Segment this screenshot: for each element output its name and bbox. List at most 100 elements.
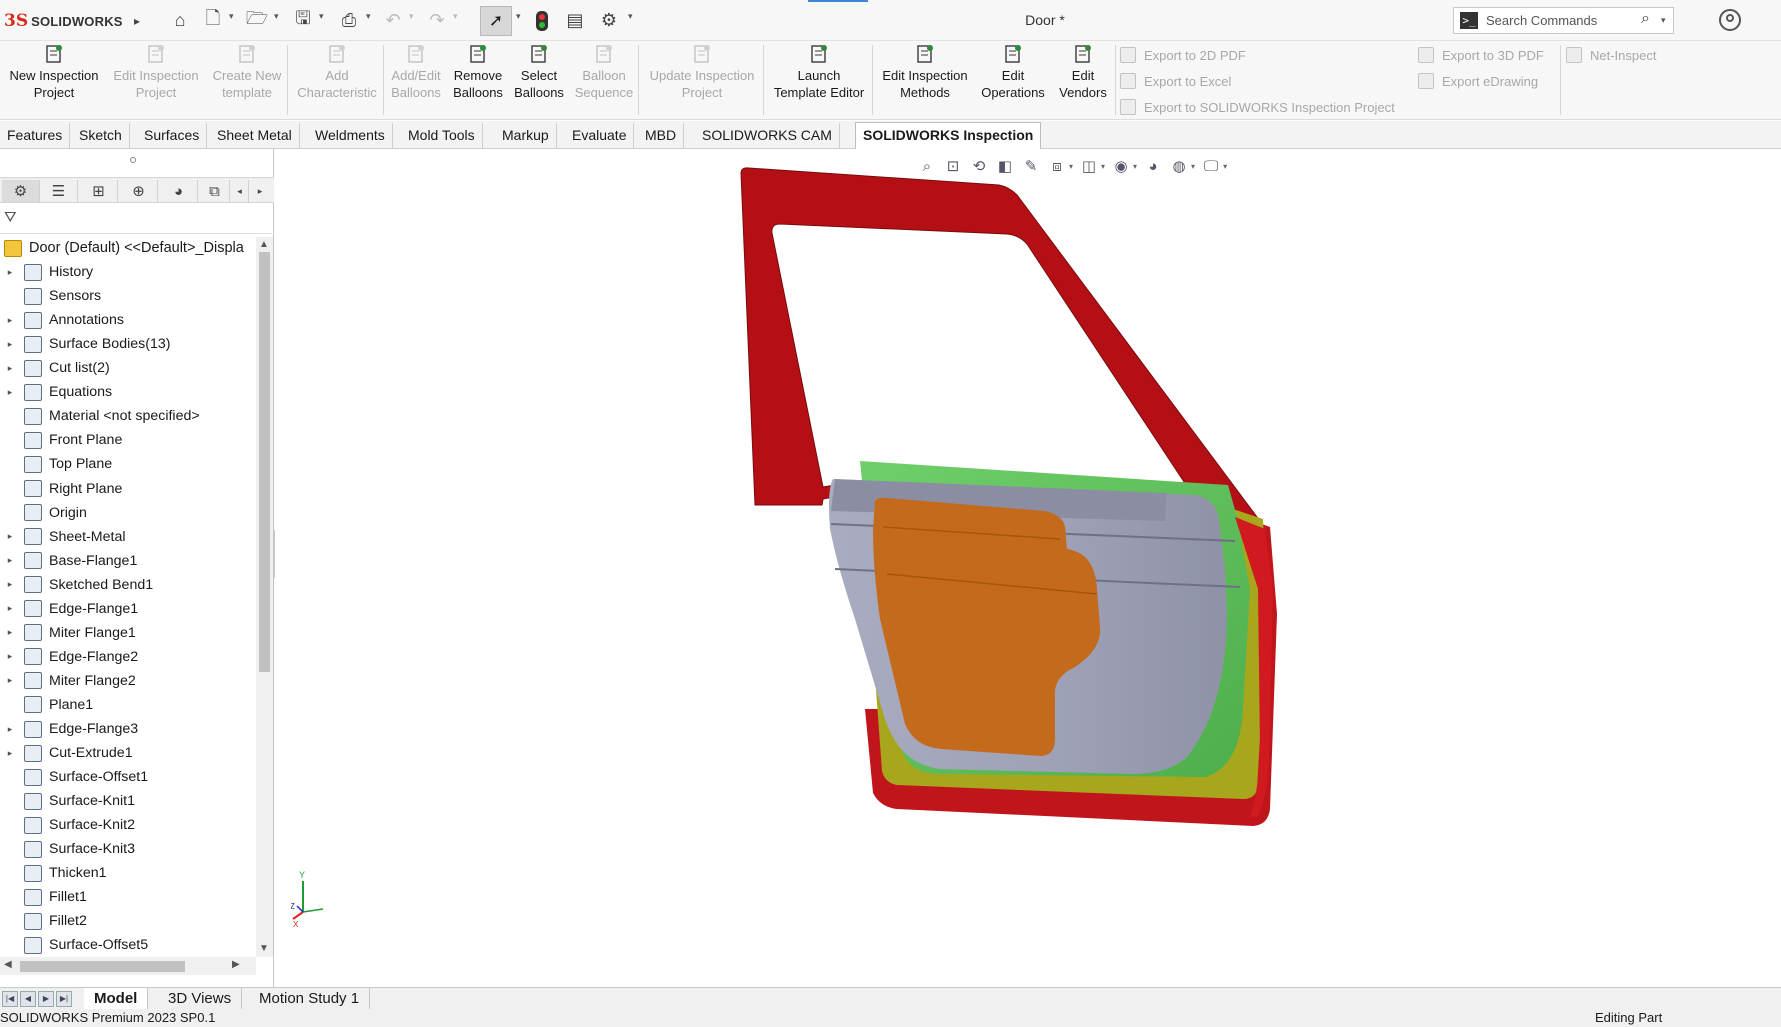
select-dropdown-icon[interactable]: ▾ <box>516 11 521 22</box>
tree-item[interactable]: Surface-Offset5 <box>0 933 256 956</box>
open-icon[interactable]: 🗁 <box>245 8 269 33</box>
save-dropdown-icon[interactable]: ▾ <box>319 11 324 22</box>
tree-item[interactable]: ▸ Base-Flange1 <box>0 549 256 573</box>
tree-item[interactable]: ▸ Edge-Flange1 <box>0 597 256 621</box>
door-3d-model[interactable] <box>275 149 1781 987</box>
new-dropdown-icon[interactable]: ▾ <box>229 11 234 22</box>
add-edit-balloons-button[interactable]: Add/Edit Balloons <box>388 44 444 116</box>
expand-arrow-icon[interactable]: ▸ <box>0 603 20 614</box>
tree-item[interactable]: ▸ Miter Flange2 <box>0 669 256 693</box>
graphics-area[interactable]: ⌕ ⊡ ⟲ ◧ ✎ ⧈ ▾ ◫ ▾ ◉ ▾ ◕ ◍ ▾ 🖵 ▾ Y Z X <box>275 149 1781 987</box>
scroll-right-icon[interactable]: ▶ <box>232 959 240 970</box>
tab-weldments[interactable]: Weldments <box>308 123 393 149</box>
tab-model[interactable]: Model <box>84 988 149 1010</box>
net-inspect-button[interactable]: Net-Inspect <box>1566 45 1656 65</box>
tab-surfaces[interactable]: Surfaces <box>137 123 208 149</box>
tab-mold-tools[interactable]: Mold Tools <box>401 123 483 149</box>
print-dropdown-icon[interactable]: ▾ <box>366 11 371 22</box>
expand-arrow-icon[interactable]: ▸ <box>0 724 20 735</box>
menu-expand-icon[interactable]: ▸ <box>130 8 144 33</box>
open-dropdown-icon[interactable]: ▾ <box>274 11 279 22</box>
export-3d-pdf-button[interactable]: Export to 3D PDF <box>1418 45 1544 65</box>
tree-vertical-scrollbar[interactable]: ▲ ▼ <box>256 237 273 957</box>
expand-arrow-icon[interactable]: ▸ <box>0 748 20 759</box>
expand-arrow-icon[interactable]: ▸ <box>0 555 20 566</box>
tree-item[interactable]: Surface-Knit2 <box>0 813 256 837</box>
print-icon[interactable]: ⎙ <box>337 8 361 33</box>
tree-item[interactable]: Sensors <box>0 284 256 308</box>
expand-arrow-icon[interactable]: ▸ <box>0 315 20 326</box>
next-tab-icon[interactable]: ▶ <box>38 991 54 1007</box>
tab-evaluate[interactable]: Evaluate <box>565 123 635 149</box>
configuration-manager-tab-icon[interactable]: ⊞ <box>80 180 118 202</box>
scroll-down-icon[interactable]: ▼ <box>259 943 269 954</box>
tree-item[interactable]: Surface-Knit3 <box>0 837 256 861</box>
solidworks-logo[interactable]: 3S SOLIDWORKS <box>4 10 123 32</box>
tree-item[interactable]: ▸ Cut list(2) <box>0 356 256 380</box>
redo-icon[interactable]: ↷ <box>427 8 447 33</box>
first-tab-icon[interactable]: |◀ <box>2 991 18 1007</box>
expand-arrow-icon[interactable]: ▸ <box>0 627 20 638</box>
tree-item[interactable]: Plane1 <box>0 693 256 717</box>
tab-3d-views[interactable]: 3D Views <box>158 988 243 1010</box>
options-dropdown-icon[interactable]: ▾ <box>628 11 633 22</box>
tree-item[interactable]: Fillet2 <box>0 909 256 933</box>
launch-template-editor-button[interactable]: Launch Template Editor <box>768 44 870 116</box>
tab-sketch[interactable]: Sketch <box>72 123 130 149</box>
create-new-template-button[interactable]: Create New template <box>206 44 288 116</box>
tree-item[interactable]: Right Plane <box>0 477 256 501</box>
expand-arrow-icon[interactable]: ▸ <box>0 531 20 542</box>
undo-icon[interactable]: ↶ <box>383 8 403 33</box>
tree-item[interactable]: ▸ Sketched Bend1 <box>0 573 256 597</box>
balloon-sequence-button[interactable]: Balloon Sequence <box>573 44 635 116</box>
tree-item[interactable]: Top Plane <box>0 452 256 476</box>
tree-item[interactable]: Surface-Offset1 <box>0 765 256 789</box>
tab-solidworks-inspection[interactable]: SOLIDWORKS Inspection <box>855 122 1042 150</box>
tab-solidworks-cam[interactable]: SOLIDWORKS CAM <box>695 123 840 149</box>
expand-arrow-icon[interactable]: ▸ <box>0 387 20 398</box>
dimxpert-manager-tab-icon[interactable]: ⊕ <box>120 180 158 202</box>
tree-item[interactable]: Fillet1 <box>0 885 256 909</box>
new-inspection-project-button[interactable]: New Inspection Project <box>6 44 102 116</box>
cam-manager-tab-icon[interactable]: ⧉ <box>200 180 230 202</box>
tree-item[interactable]: Front Plane <box>0 428 256 452</box>
scroll-thumb[interactable] <box>20 961 185 972</box>
tab-mbd[interactable]: MBD <box>638 123 685 149</box>
edit-inspection-methods-button[interactable]: Edit Inspection Methods <box>877 44 973 116</box>
export-2d-pdf-button[interactable]: Export to 2D PDF <box>1120 45 1246 65</box>
file-properties-icon[interactable]: ▤ <box>564 8 586 33</box>
export-sw-inspection-project-button[interactable]: Export to SOLIDWORKS Inspection Project <box>1120 97 1395 117</box>
tab-motion-study-1[interactable]: Motion Study 1 <box>249 988 371 1010</box>
last-tab-icon[interactable]: ▶| <box>56 991 72 1007</box>
panel-grip-icon[interactable] <box>130 157 136 163</box>
tab-features[interactable]: Features <box>0 123 71 149</box>
home-icon[interactable]: ⌂ <box>168 8 192 33</box>
tree-item[interactable]: ▸ Edge-Flange2 <box>0 645 256 669</box>
expand-arrow-icon[interactable]: ▸ <box>0 651 20 662</box>
edit-operations-button[interactable]: Edit Operations <box>977 44 1049 116</box>
tree-horizontal-scrollbar[interactable]: ◀ ▶ <box>0 957 256 975</box>
export-excel-button[interactable]: Export to Excel <box>1120 71 1231 91</box>
update-inspection-project-button[interactable]: Update Inspection Project <box>644 44 760 116</box>
feature-manager-tab-icon[interactable]: ⚙ <box>2 180 40 202</box>
select-balloons-button[interactable]: Select Balloons <box>511 44 567 116</box>
tree-item[interactable]: Thicken1 <box>0 861 256 885</box>
scroll-up-icon[interactable]: ▲ <box>259 239 269 250</box>
edit-vendors-button[interactable]: Edit Vendors <box>1055 44 1111 116</box>
search-icon[interactable]: ⌕ <box>1641 10 1650 28</box>
tree-item[interactable]: ▸ Sheet-Metal <box>0 525 256 549</box>
expand-arrow-icon[interactable]: ▸ <box>0 267 20 278</box>
tree-item[interactable]: ▸ Cut-Extrude1 <box>0 741 256 765</box>
expand-arrow-icon[interactable]: ▸ <box>0 339 20 350</box>
expand-arrow-icon[interactable]: ▸ <box>0 363 20 374</box>
expand-arrow-icon[interactable]: ▸ <box>0 579 20 590</box>
tree-item[interactable]: ▸ History <box>0 260 256 284</box>
rebuild-icon[interactable] <box>532 8 552 33</box>
edit-inspection-project-button[interactable]: Edit Inspection Project <box>110 44 202 116</box>
search-commands-input[interactable]: >_ Search Commands ⌕ ▾ <box>1453 7 1674 34</box>
tab-sheet-metal[interactable]: Sheet Metal <box>210 123 300 149</box>
tree-item[interactable]: ▸ Surface Bodies(13) <box>0 332 256 356</box>
options-gear-icon[interactable]: ⚙ <box>598 8 620 33</box>
export-edrawing-button[interactable]: Export eDrawing <box>1418 71 1538 91</box>
expand-arrow-icon[interactable]: ▸ <box>0 675 20 686</box>
